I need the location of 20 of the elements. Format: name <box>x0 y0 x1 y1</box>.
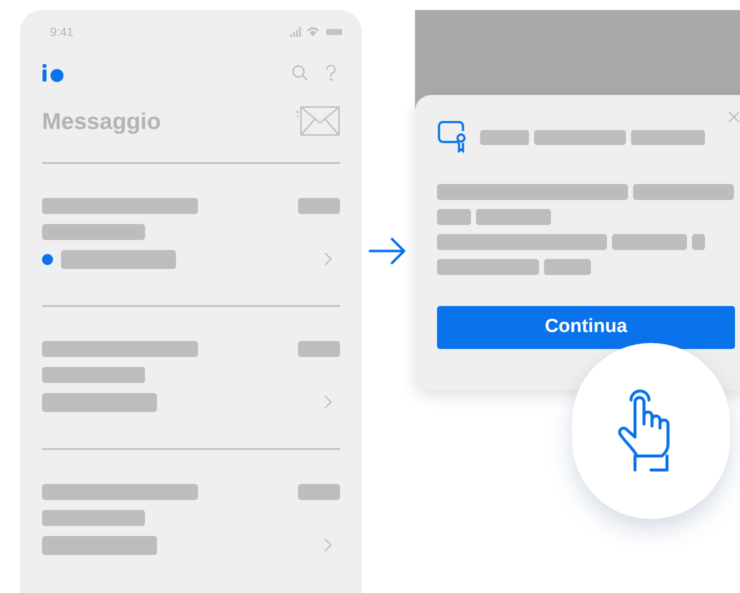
arrow-icon <box>368 236 408 266</box>
chevron-icon <box>324 395 332 409</box>
help-icon[interactable] <box>326 65 336 81</box>
text-placeholder <box>544 259 591 275</box>
continue-button[interactable]: Continua <box>437 306 735 349</box>
search-icon[interactable] <box>292 65 308 81</box>
status-time: 9:41 <box>50 24 74 40</box>
logo-icon <box>42 64 66 82</box>
chevron-icon <box>324 252 332 266</box>
text-placeholder <box>480 130 529 144</box>
text-placeholder <box>298 484 340 500</box>
chevron-icon <box>324 538 332 552</box>
close-icon[interactable] <box>728 111 740 123</box>
text-placeholder <box>692 234 705 250</box>
text-placeholder <box>437 209 471 225</box>
envelope-icon <box>296 106 340 136</box>
status-icons <box>290 26 342 36</box>
text-placeholder <box>298 198 340 214</box>
text-placeholder <box>298 340 340 356</box>
screen-title: Messaggio <box>42 107 161 136</box>
